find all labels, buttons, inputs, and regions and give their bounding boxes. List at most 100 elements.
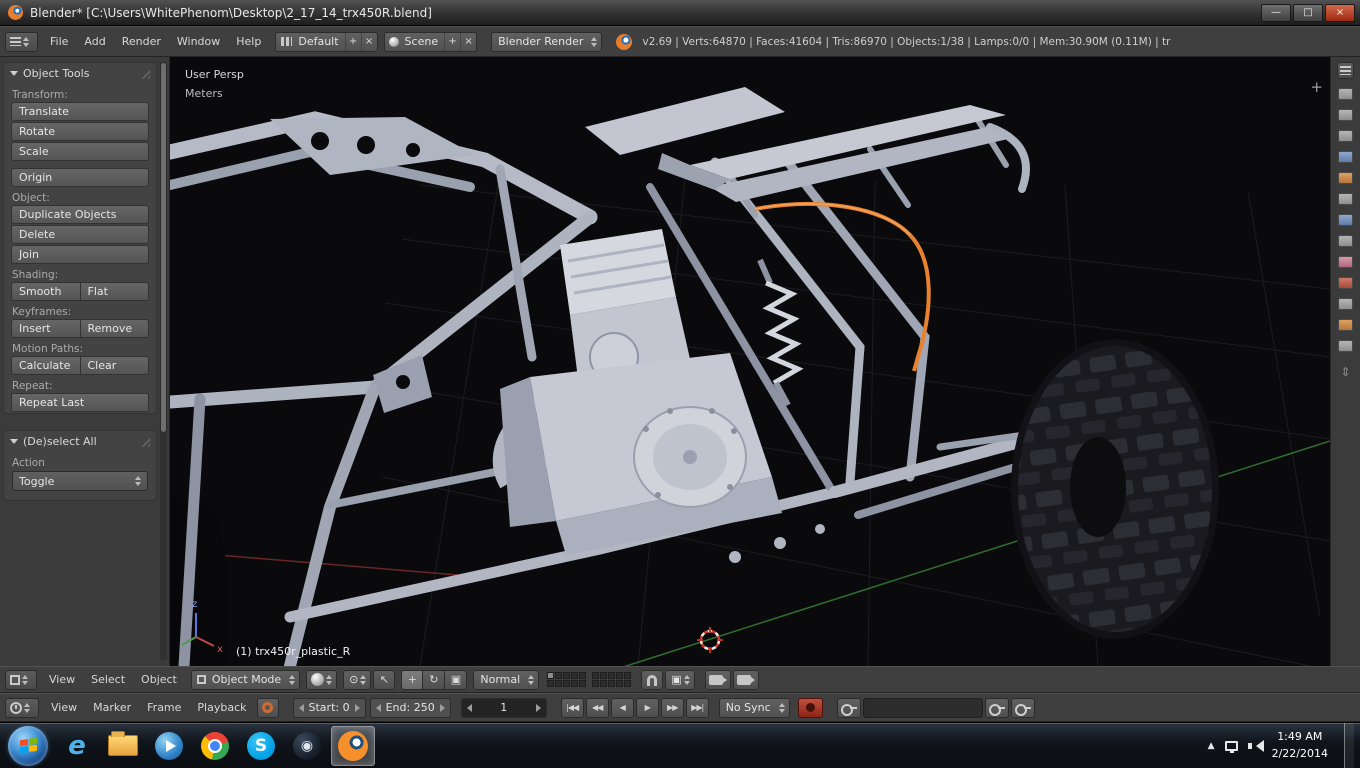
taskbar-clock[interactable]: 1:49 AM 2/22/2014: [1272, 729, 1328, 762]
menu-playback[interactable]: Playback: [189, 701, 254, 714]
menu-add[interactable]: Add: [76, 35, 113, 48]
taskbar-media-player-icon[interactable]: [147, 726, 191, 766]
origin-button[interactable]: Origin: [11, 168, 149, 187]
remove-keyframe-button[interactable]: Remove: [81, 319, 150, 338]
pivot-point-selector[interactable]: ⊙: [343, 670, 371, 690]
duplicate-objects-button[interactable]: Duplicate Objects: [11, 205, 149, 224]
editor-type-properties-button[interactable]: [1337, 62, 1354, 79]
properties-tab-modifiers-icon[interactable]: [1338, 214, 1353, 226]
editor-type-3dview-button[interactable]: [5, 670, 37, 690]
viewport-3d[interactable]: z x User Persp Meters (1) trx450r_plasti…: [170, 57, 1330, 666]
properties-tab-object-data-icon[interactable]: [1338, 235, 1353, 247]
jump-to-start-button[interactable]: |◀◀: [561, 698, 584, 718]
properties-tab-render-icon[interactable]: [1338, 88, 1353, 100]
taskbar-steam-icon[interactable]: ◉: [285, 726, 329, 766]
snap-toggle-button[interactable]: [641, 670, 663, 690]
smooth-button[interactable]: Smooth: [11, 282, 81, 301]
properties-tab-constraints-icon[interactable]: [1338, 193, 1353, 205]
opengl-render-button[interactable]: [705, 670, 731, 690]
viewport-shading-selector[interactable]: [306, 670, 337, 690]
manipulator-toggle-button[interactable]: ↖: [373, 670, 395, 690]
flat-button[interactable]: Flat: [81, 282, 150, 301]
volume-icon[interactable]: [1248, 740, 1262, 752]
properties-tab-render-layers-icon[interactable]: [1338, 109, 1353, 121]
next-keyframe-button[interactable]: ▶▶: [661, 698, 684, 718]
menu-window[interactable]: Window: [169, 35, 228, 48]
manipulator-translate-button[interactable]: +: [401, 670, 423, 690]
snap-element-selector[interactable]: ▣: [665, 670, 694, 690]
scale-button[interactable]: Scale: [11, 142, 149, 161]
taskbar-chrome-icon[interactable]: [193, 726, 237, 766]
properties-tab-physics-icon[interactable]: [1338, 319, 1353, 331]
manipulator-rotate-button[interactable]: ↻: [423, 670, 445, 690]
preview-range-button[interactable]: [257, 698, 279, 718]
decrement-arrow-icon[interactable]: [299, 704, 304, 712]
region-expand-button[interactable]: +: [1310, 78, 1323, 96]
play-button[interactable]: ▶: [636, 698, 659, 718]
auto-keyframe-record-button[interactable]: [798, 698, 823, 718]
menu-render[interactable]: Render: [114, 35, 169, 48]
frame-end-field[interactable]: End: 250: [370, 698, 451, 718]
taskbar-internet-explorer-icon[interactable]: e: [55, 726, 99, 766]
tool-shelf-scrollbar[interactable]: [160, 62, 167, 661]
decrement-arrow-icon[interactable]: [376, 704, 381, 712]
delete-button[interactable]: Delete: [11, 225, 149, 244]
repeat-last-button[interactable]: Repeat Last: [11, 393, 149, 412]
panel-object-tools-header[interactable]: Object Tools: [4, 63, 156, 84]
sync-mode-selector[interactable]: No Sync: [719, 698, 790, 718]
network-icon[interactable]: [1225, 741, 1238, 751]
screen-layout-selector[interactable]: Default + ×: [275, 32, 377, 52]
properties-tab-scene-icon[interactable]: [1338, 130, 1353, 142]
maximize-button[interactable]: □: [1293, 4, 1323, 22]
taskbar-explorer-folder-icon[interactable]: [101, 726, 145, 766]
menu-select[interactable]: Select: [83, 673, 133, 686]
taskbar-skype-icon[interactable]: S: [239, 726, 283, 766]
increment-arrow-icon[interactable]: [536, 704, 541, 712]
frame-start-field[interactable]: Start: 0: [293, 698, 366, 718]
close-layout-button[interactable]: ×: [361, 33, 377, 51]
insert-keyframe-header-button[interactable]: [985, 698, 1009, 718]
tray-expand-icon[interactable]: ▲: [1208, 741, 1215, 751]
layers-group-2[interactable]: [592, 672, 631, 687]
insert-keyframe-button[interactable]: Insert: [11, 319, 81, 338]
editor-type-info-button[interactable]: [5, 32, 38, 52]
keying-set-button[interactable]: [837, 698, 861, 718]
properties-tab-camera-data-icon[interactable]: [1338, 340, 1353, 352]
current-frame-field[interactable]: 1: [461, 698, 547, 718]
panel-deselect-all-header[interactable]: (De)select All: [4, 431, 156, 452]
properties-tab-particles-icon[interactable]: [1338, 298, 1353, 310]
properties-scroll-hint-icon[interactable]: ⇕: [1340, 365, 1350, 379]
render-engine-selector[interactable]: Blender Render: [491, 32, 602, 52]
title-bar[interactable]: Blender* [C:\Users\WhitePhenom\Desktop\2…: [0, 0, 1360, 26]
prev-keyframe-button[interactable]: ◀◀: [586, 698, 609, 718]
decrement-arrow-icon[interactable]: [467, 704, 472, 712]
menu-frame[interactable]: Frame: [139, 701, 189, 714]
viewport-canvas[interactable]: z x: [170, 57, 1330, 666]
start-button[interactable]: [8, 726, 48, 766]
jump-to-end-button[interactable]: ▶▶|: [686, 698, 709, 718]
opengl-render-anim-button[interactable]: [733, 670, 759, 690]
menu-object[interactable]: Object: [133, 673, 185, 686]
keying-set-field[interactable]: [863, 698, 983, 718]
properties-tab-object-icon[interactable]: [1338, 172, 1353, 184]
translate-button[interactable]: Translate: [11, 102, 149, 121]
transform-orientation-selector[interactable]: Normal: [473, 670, 539, 690]
menu-marker[interactable]: Marker: [85, 701, 139, 714]
layers-group-1[interactable]: [547, 672, 586, 687]
minimize-button[interactable]: —: [1261, 4, 1291, 22]
editor-type-timeline-button[interactable]: [5, 698, 39, 718]
close-scene-button[interactable]: ×: [460, 33, 476, 51]
close-button[interactable]: ×: [1325, 4, 1355, 22]
action-toggle-selector[interactable]: Toggle: [12, 471, 148, 491]
rotate-button[interactable]: Rotate: [11, 122, 149, 141]
properties-tab-material-icon[interactable]: [1338, 256, 1353, 268]
increment-arrow-icon[interactable]: [440, 704, 445, 712]
menu-help[interactable]: Help: [228, 35, 269, 48]
scene-selector[interactable]: Scene + ×: [384, 32, 478, 52]
add-scene-button[interactable]: +: [444, 33, 460, 51]
layers-widget[interactable]: [547, 672, 631, 687]
menu-view[interactable]: View: [41, 673, 83, 686]
tool-shelf-scroll-thumb[interactable]: [160, 62, 167, 433]
mode-selector[interactable]: Object Mode: [191, 670, 300, 690]
properties-tab-world-icon[interactable]: [1338, 151, 1353, 163]
